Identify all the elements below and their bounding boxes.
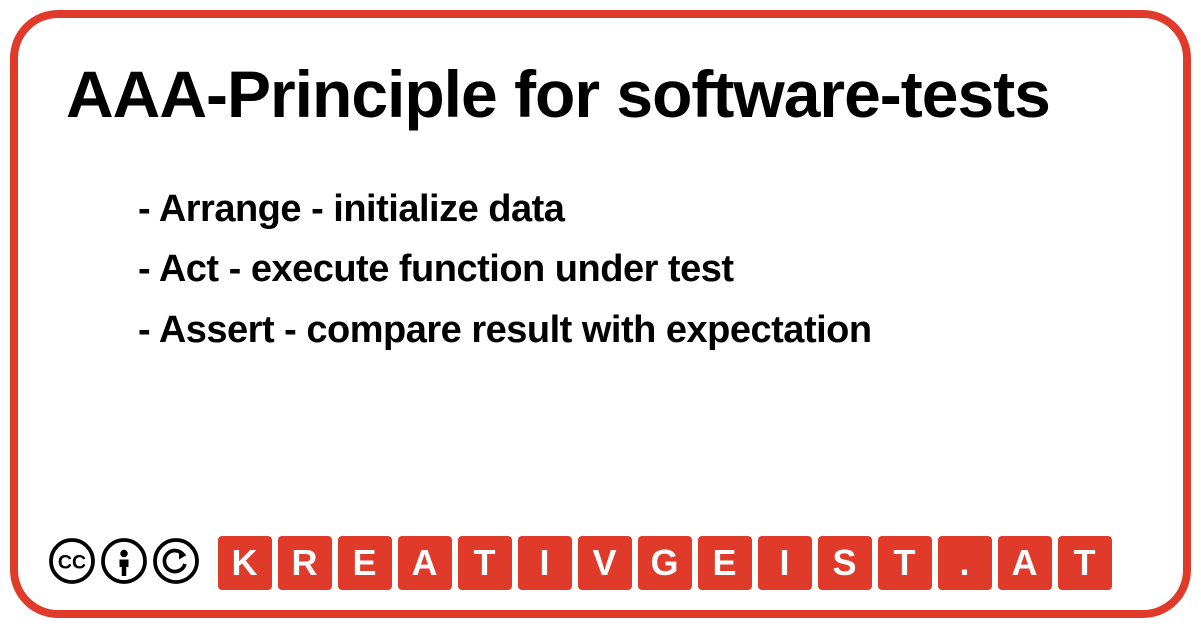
domain-letter: T — [878, 536, 932, 590]
domain-badge: K R E A T I V G E I S T . A T — [218, 536, 1112, 590]
license-icons: CC — [48, 537, 200, 590]
list-item: Assert - compare result with expectation — [138, 300, 1135, 361]
domain-letter: I — [758, 536, 812, 590]
info-card: AAA-Principle for software-tests Arrange… — [10, 10, 1191, 618]
domain-letter: E — [338, 536, 392, 590]
domain-letter: T — [1058, 536, 1112, 590]
footer: CC K R E A T I V G E I S T . A T — [48, 536, 1112, 590]
domain-letter: A — [398, 536, 452, 590]
domain-letter: V — [578, 536, 632, 590]
domain-letter: I — [518, 536, 572, 590]
by-icon — [100, 537, 148, 590]
cc-icon: CC — [48, 537, 96, 590]
sa-icon — [152, 537, 200, 590]
domain-letter: T — [458, 536, 512, 590]
principle-list: Arrange - initialize data Act - execute … — [66, 179, 1135, 361]
domain-letter: E — [698, 536, 752, 590]
page-title: AAA-Principle for software-tests — [66, 58, 1135, 131]
list-item: Arrange - initialize data — [138, 179, 1135, 240]
domain-letter: A — [998, 536, 1052, 590]
list-item: Act - execute function under test — [138, 239, 1135, 300]
domain-letter: G — [638, 536, 692, 590]
svg-text:CC: CC — [58, 551, 86, 573]
domain-letter: S — [818, 536, 872, 590]
domain-letter: K — [218, 536, 272, 590]
domain-letter: . — [938, 536, 992, 590]
domain-letter: R — [278, 536, 332, 590]
